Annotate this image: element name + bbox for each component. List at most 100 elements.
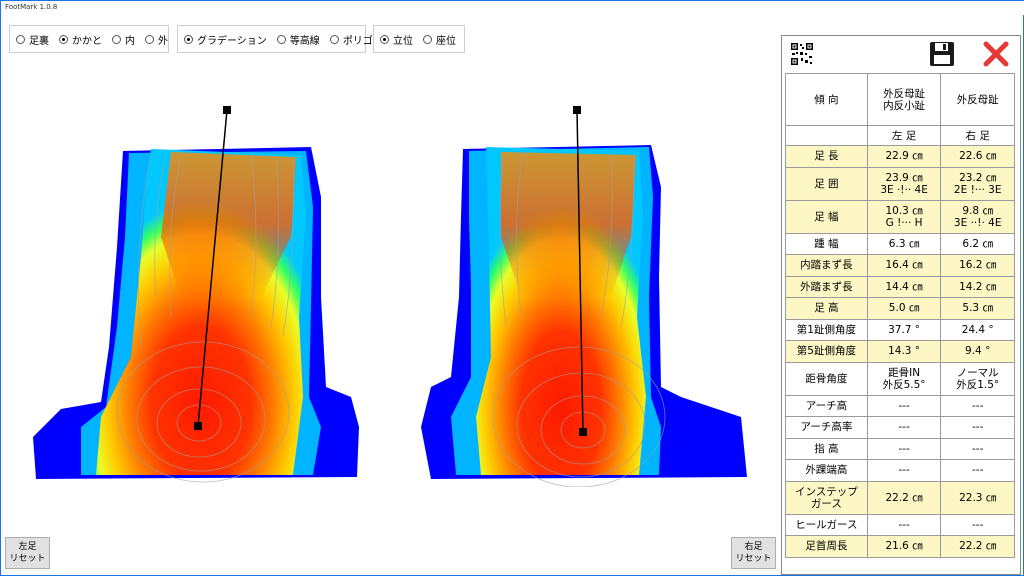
table-row: 第1趾側角度 37.7 ° 24.4 ° xyxy=(785,318,1015,341)
table-row: 足 長 22.9 ㎝ 22.6 ㎝ xyxy=(785,145,1015,168)
row-label-cell-text: 指 高 xyxy=(814,442,839,455)
row-left-value-cell-text: 23.9 ㎝ xyxy=(885,171,923,184)
row-left-value-cell: 5.0 ㎝ xyxy=(866,297,942,320)
view-option-label: 外 xyxy=(158,35,168,47)
table-row: 足 幅 10.3 ㎝ G !··· H 9.8 ㎝ 3E ··!· 4E xyxy=(785,199,1015,234)
row-label-cell: インステップ ガース xyxy=(785,480,868,515)
row-label-cell-text: 内踏まず長 xyxy=(800,259,853,272)
left-axis-top-handle[interactable] xyxy=(223,106,231,114)
row-left-value-cell: 22.9 ㎝ xyxy=(866,145,942,168)
radio-dot-icon xyxy=(276,34,286,44)
row-left-value-cell: --- xyxy=(866,459,942,482)
row-label-cell: 足首周長 xyxy=(785,535,868,558)
row-right-value-cell: 24.4 ° xyxy=(940,318,1015,341)
posture-option[interactable]: 立位 xyxy=(380,32,413,47)
table-row: 踵 幅 6.3 ㎝ 6.2 ㎝ xyxy=(785,232,1015,255)
radio-dot-icon xyxy=(329,34,339,44)
measurement-panel: 傾 向外反母趾 内反小趾 外反母趾左 足右 足足 長 22.9 ㎝ 22.6 ㎝足 囲2… xyxy=(781,35,1021,575)
side-left-cell-text: 左 足 xyxy=(891,129,917,142)
row-left-value-cell: 距骨IN 外反5.5° xyxy=(866,361,942,396)
row-left-value-cell-text: --- xyxy=(898,421,910,434)
view-option[interactable]: 外 xyxy=(145,32,168,47)
table-side-row: 左 足右 足 xyxy=(785,125,1015,146)
table-row: ヒールガース --- --- xyxy=(785,513,1015,536)
render-radio-group: グラデーション 等高線 ポリゴン xyxy=(177,25,383,53)
view-option[interactable]: かかと xyxy=(59,32,102,47)
header-left-cell-text: 内反小趾 xyxy=(883,99,926,112)
row-label-cell-text: 外踝端高 xyxy=(805,464,848,477)
row-right-value-cell-text: 24.4 ° xyxy=(961,323,994,336)
row-right-value-cell-text: --- xyxy=(972,518,984,531)
row-right-value-cell: 16.2 ㎝ xyxy=(940,254,1015,277)
view-option-label: かかと xyxy=(72,35,102,47)
close-x-icon[interactable] xyxy=(982,40,1010,68)
row-left-value-cell: 37.7 ° xyxy=(866,318,942,341)
view-radio-group: 足裏 かかと 内 外 xyxy=(9,25,169,53)
row-label-cell-text: 第1趾側角度 xyxy=(796,323,856,336)
row-right-value-cell: 9.8 ㎝ 3E ··!· 4E xyxy=(940,199,1015,234)
row-right-value-cell-text: 6.2 ㎝ xyxy=(962,237,993,250)
row-label-cell: 第5趾側角度 xyxy=(785,340,868,363)
row-label-cell: ヒールガース xyxy=(785,513,868,536)
render-option[interactable]: 等高線 xyxy=(276,32,320,47)
row-left-value-cell: --- xyxy=(866,437,942,460)
table-row: 足首周長 21.6 ㎝ 22.2 ㎝ xyxy=(785,535,1015,558)
row-right-value-cell-text: 9.4 ° xyxy=(965,345,991,358)
right-reset-line2: リセット xyxy=(735,554,772,564)
row-label-cell-text: ガース xyxy=(810,497,842,510)
row-left-value-cell-text: 22.2 ㎝ xyxy=(885,491,923,504)
floppy-disk-icon[interactable] xyxy=(928,40,956,68)
row-right-value-cell-text: 22.2 ㎝ xyxy=(959,540,997,553)
radio-dot-icon xyxy=(16,34,25,44)
side-right-cell-text: 右 足 xyxy=(965,129,990,142)
row-right-value-cell: --- xyxy=(940,394,1015,417)
header-left-cell-text: 外反母趾 xyxy=(883,87,926,100)
row-right-value-cell: 14.2 ㎝ xyxy=(940,275,1015,298)
header-right-cell-text: 外反母趾 xyxy=(956,93,999,106)
row-label-cell-text: 足 長 xyxy=(814,150,839,163)
row-label-cell: 第1趾側角度 xyxy=(785,318,868,341)
row-left-value-cell: --- xyxy=(866,416,942,439)
header-label-cell: 傾 向 xyxy=(785,73,868,126)
row-left-value-cell-text: 距骨IN xyxy=(888,366,921,379)
row-right-value-cell-text: --- xyxy=(972,421,984,434)
header-right-cell: 外反母趾 xyxy=(940,73,1015,126)
row-left-value-cell-text: 14.4 ㎝ xyxy=(885,280,923,293)
row-right-value-cell: 5.3 ㎝ xyxy=(940,297,1015,320)
posture-option[interactable]: 座位 xyxy=(423,32,456,47)
row-label-cell: 外踏まず長 xyxy=(785,275,868,298)
row-label-cell-text: 踵 幅 xyxy=(814,237,839,250)
right-axis-top-handle[interactable] xyxy=(573,106,581,114)
table-row: 足 囲 23.9 ㎝ 3E ·!·· 4E 23.2 ㎝ 2E !··· 3E xyxy=(785,166,1015,201)
table-row: アーチ高 --- --- xyxy=(785,394,1015,417)
view-option[interactable]: 足裏 xyxy=(16,32,49,47)
render-option[interactable]: グラデーション xyxy=(184,32,267,47)
radio-dot-icon xyxy=(380,34,389,44)
posture-option-label: 座位 xyxy=(436,35,456,47)
row-right-value-cell: 22.3 ㎝ xyxy=(940,480,1015,515)
row-label-cell: 内踏まず長 xyxy=(785,254,868,277)
row-left-value-cell-text: 3E ·!·· 4E xyxy=(880,183,928,196)
row-right-value-cell-text: 2E !··· 3E xyxy=(953,183,1002,196)
row-right-value-cell-text: --- xyxy=(972,464,984,477)
row-label-cell: アーチ高 xyxy=(785,394,868,417)
row-left-value-cell-text: 6.3 ㎝ xyxy=(888,237,920,250)
render-option-label: グラデーション xyxy=(197,35,267,47)
left-axis-center-handle[interactable] xyxy=(194,422,202,430)
row-label-cell: 足 幅 xyxy=(785,199,868,234)
left-reset-button[interactable]: 左足 リセット xyxy=(5,537,50,569)
left-foot-pressure-map[interactable] xyxy=(21,97,371,487)
row-left-value-cell-text: 22.9 ㎝ xyxy=(885,150,923,163)
row-right-value-cell: 9.4 ° xyxy=(940,340,1015,363)
side-label-cell xyxy=(785,125,868,146)
view-option[interactable]: 内 xyxy=(112,32,135,47)
row-left-value-cell-text: 14.3 ° xyxy=(888,345,921,358)
table-row: 指 高 --- --- xyxy=(785,437,1015,460)
row-left-value-cell-text: 10.3 ㎝ xyxy=(885,204,923,217)
row-left-value-cell: 10.3 ㎝ G !··· H xyxy=(866,199,942,234)
right-axis-center-handle[interactable] xyxy=(579,428,587,436)
qr-code-icon[interactable] xyxy=(790,42,814,66)
right-foot-pressure-map[interactable] xyxy=(411,97,761,487)
right-reset-button[interactable]: 右足 リセット xyxy=(731,537,776,569)
row-label-cell-text: 外踏まず長 xyxy=(800,280,853,293)
